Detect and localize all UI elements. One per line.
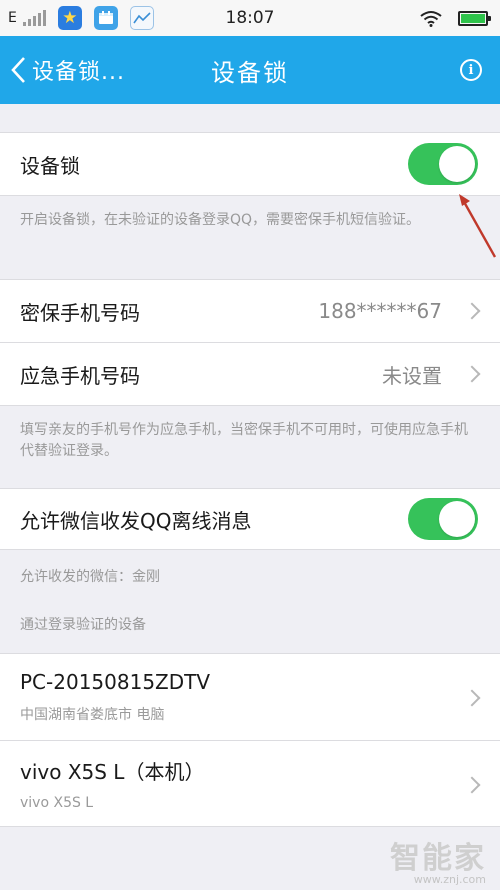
device-row[interactable]: PC-20150815ZDTV 中国湖南省娄底市 电脑: [0, 653, 500, 741]
device-lock-row: 设备锁: [0, 132, 500, 196]
device-name: PC-20150815ZDTV: [20, 670, 211, 694]
emergency-phone-row[interactable]: 应急手机号码 未设置: [0, 342, 500, 406]
device-lock-label: 设备锁: [20, 153, 80, 178]
chevron-right-icon: [463, 302, 481, 320]
device-detail: vivo X5S L: [20, 795, 94, 811]
secure-phone-row[interactable]: 密保手机号码 188******67: [0, 279, 500, 343]
calendar-app-icon: [93, 6, 118, 30]
chevron-right-icon: [463, 689, 481, 707]
device-detail: 中国湖南省娄底市 电脑: [20, 707, 165, 723]
emergency-phone-label: 应急手机号码: [20, 363, 140, 388]
secure-phone-label: 密保手机号码: [20, 300, 140, 325]
verified-devices-title: 通过登录验证的设备: [20, 617, 146, 633]
secure-phone-value: 188******67: [318, 299, 442, 323]
status-left: E ★: [0, 6, 162, 30]
emergency-phone-hint: 填写亲友的手机号作为应急手机，当密保手机不可用时，可使用应急手机代替验证登录。: [20, 422, 468, 459]
watermark: 智能家 www.znj.com: [390, 833, 486, 886]
toggle-knob: [439, 501, 475, 537]
back-button[interactable]: 设备锁...: [10, 36, 125, 104]
allowed-wechat-text: 允许收发的微信：金刚: [20, 569, 160, 585]
nav-bar: 设备锁... 设备锁 i: [0, 36, 500, 104]
status-right: [420, 0, 491, 36]
info-icon[interactable]: i: [460, 59, 482, 81]
chevron-left-icon: [11, 57, 25, 83]
wechat-offline-row: 允许微信收发QQ离线消息: [0, 488, 500, 550]
battery-icon: [458, 10, 491, 26]
device-lock-toggle[interactable]: [408, 143, 478, 185]
device-lock-hint: 开启设备锁，在未验证的设备登录QQ，需要密保手机短信验证。: [20, 212, 421, 228]
device-name: vivo X5S L（本机）: [20, 760, 205, 784]
chart-app-icon: [129, 6, 154, 30]
watermark-text: 智能家: [390, 841, 486, 876]
chevron-right-icon: [463, 365, 481, 383]
wifi-icon: [420, 10, 442, 27]
chevron-right-icon: [463, 776, 481, 794]
wechat-offline-label: 允许微信收发QQ离线消息: [20, 508, 252, 533]
device-lock-screen: E ★ 18:07 设备锁... 设备锁 i 设备锁 开启设备锁，在未验证的设备…: [0, 0, 500, 890]
back-label: 设备锁...: [32, 60, 125, 85]
toggle-knob: [439, 146, 475, 182]
device-row[interactable]: vivo X5S L（本机） vivo X5S L: [0, 740, 500, 827]
signal-icon: [22, 10, 46, 26]
star-app-icon: ★: [57, 6, 82, 30]
network-type: E: [8, 10, 17, 26]
status-bar: E ★ 18:07: [0, 0, 500, 36]
wechat-offline-toggle[interactable]: [408, 498, 478, 540]
emergency-phone-value: 未设置: [382, 363, 442, 388]
